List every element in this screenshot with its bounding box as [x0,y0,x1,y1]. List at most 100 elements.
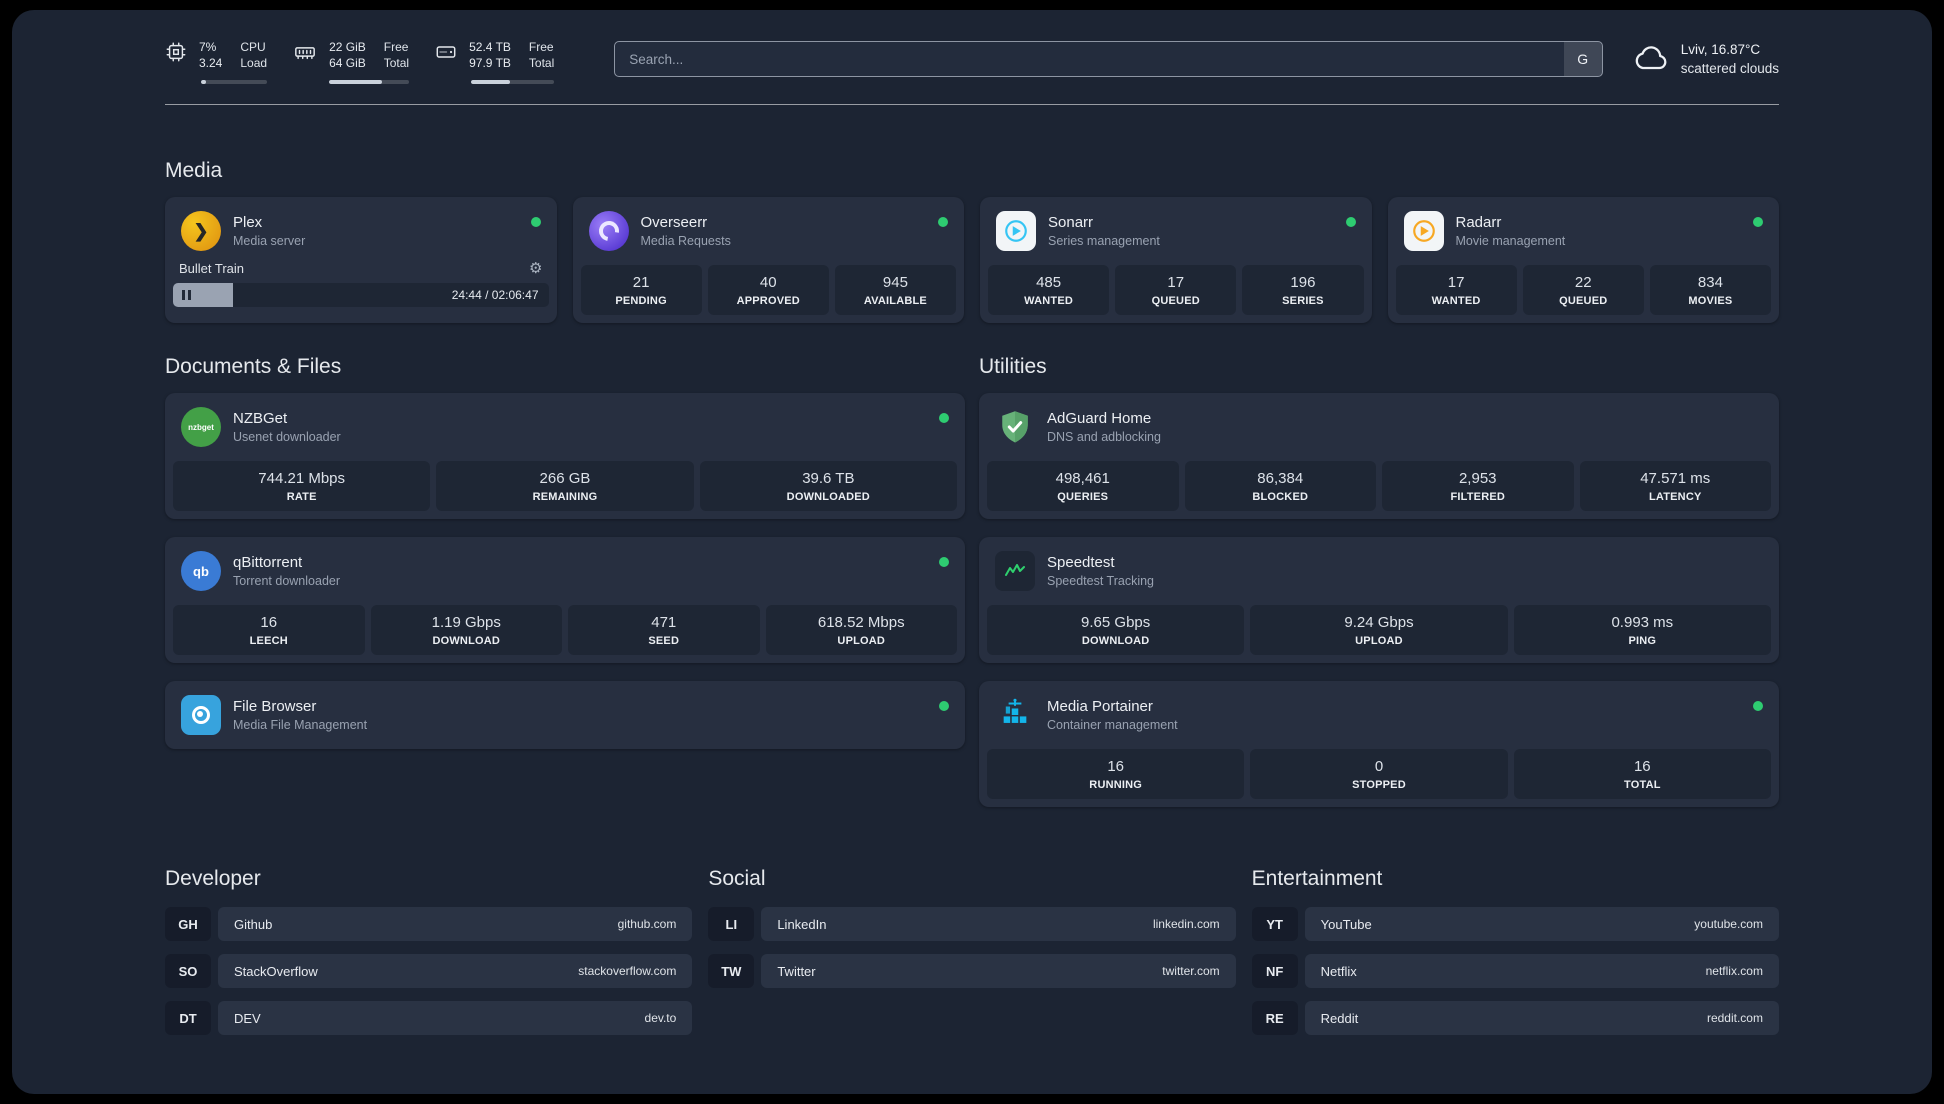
cpu-progress-bar [201,80,268,85]
cpu-usage: 7% [199,40,217,54]
cpu-label: CPU [240,40,266,54]
app-desc: Media File Management [233,718,368,733]
section-title-documents: Documents & Files [165,355,342,379]
disk-total-label: Total [528,55,555,70]
section-title-media: Media [165,159,223,183]
stat-tile: 16 LEECH [173,605,365,656]
pause-icon[interactable] [182,290,191,301]
stat-tile: 9.65 Gbps DOWNLOAD [987,605,1245,656]
bookmark-url: youtube.com [1694,917,1763,932]
bookmark-twitter[interactable]: TW Twitter twitter.com [708,954,1236,989]
playback-progress-bar[interactable]: 24:44 / 02:06:47 [173,283,549,308]
memory-widget: 22 GiB 64 GiB Free Total [293,40,410,85]
bookmark-github[interactable]: GH Github github.com [165,907,693,942]
bookmark-name: DEV [234,1010,261,1026]
bookmark-name: Netflix [1320,963,1357,979]
app-desc: Torrent downloader [233,574,341,589]
bookmark-stackoverflow[interactable]: SO StackOverflow stackoverflow.com [165,954,693,989]
bookmark-abbr: GH [165,907,211,942]
app-card-qbittorrent[interactable]: qb qBittorrent Torrent downloader 16 LEE… [165,537,965,664]
app-card-filebrowser[interactable]: File Browser Media File Management [165,681,965,750]
settings-gear-icon[interactable]: ⚙ [529,261,542,276]
app-desc: Usenet downloader [233,430,341,445]
portainer-icon [995,695,1035,735]
stat-tile: 22 QUEUED [1522,265,1644,316]
stat-tile: 39.6 TB DOWNLOADED [699,461,957,512]
filebrowser-icon [181,695,221,736]
app-card-plex[interactable]: ❯ Plex Media server Bullet Train ⚙ 24:44… [165,197,557,324]
stat-tile: 744.21 Mbps RATE [173,461,431,512]
app-card-radarr[interactable]: Radarr Movie management 17 WANTED 22 QUE… [1387,197,1779,324]
app-name: Plex [233,214,263,232]
disk-widget: 52.4 TB 97.9 TB Free Total [435,40,555,85]
bookmark-youtube[interactable]: YT YouTube youtube.com [1251,907,1779,942]
bookmark-netflix[interactable]: NF Netflix netflix.com [1251,954,1779,989]
bookmark-dev[interactable]: DT DEV dev.to [165,1001,693,1036]
stat-tile: 9.24 Gbps UPLOAD [1250,605,1508,656]
stat-tile: 21 PENDING [580,265,702,316]
memory-icon [293,40,317,71]
status-dot [938,217,948,228]
stat-tile: 86,384 BLOCKED [1184,461,1376,512]
bookmark-abbr: DT [165,1001,211,1036]
app-desc: Speedtest Tracking [1047,574,1155,589]
app-card-adguard[interactable]: AdGuard Home DNS and adblocking 498,461 … [979,393,1779,520]
radarr-icon [1403,211,1444,252]
app-name: NZBGet [233,410,288,428]
disk-progress-bar [471,80,555,85]
search-input[interactable] [615,42,1564,77]
bookmark-group-entertainment: Entertainment YT YouTube youtube.com NF … [1251,867,1779,1036]
section-title-utilities: Utilities [979,355,1047,379]
playback-time: 24:44 / 02:06:47 [451,288,539,303]
disk-total-value: 97.9 TB [469,55,511,70]
app-name: Sonarr [1048,214,1094,232]
search-provider-button[interactable]: G [1563,42,1602,77]
bookmark-abbr: RE [1251,1001,1298,1036]
bookmark-url: dev.to [644,1011,677,1026]
app-desc: DNS and adblocking [1047,430,1161,445]
bookmark-url: stackoverflow.com [578,964,677,979]
topbar-divider [165,104,1779,106]
bookmark-linkedin[interactable]: LI LinkedIn linkedin.com [708,907,1236,942]
app-card-speedtest[interactable]: Speedtest Speedtest Tracking 9.65 Gbps D… [979,537,1779,664]
stat-tile: 471 SEED [568,605,760,656]
bookmark-group-social: Social LI LinkedIn linkedin.com TW Twitt… [708,867,1236,1035]
cpu-widget: 7% 3.24 CPU Load [165,40,268,85]
memory-free-label: Free [383,40,409,54]
app-name: File Browser [233,698,317,716]
stat-tile: 17 WANTED [1395,265,1517,316]
stat-tile: 40 APPROVED [707,265,829,316]
stat-tile: 0 STOPPED [1250,749,1508,800]
weather-location: Lviv, 16.87°C [1680,42,1761,58]
bookmark-name: YouTube [1320,916,1372,932]
status-dot [939,413,949,424]
app-name: qBittorrent [233,554,303,572]
bookmark-abbr: YT [1251,907,1298,942]
plex-icon: ❯ [181,211,221,252]
utilities-column: Utilities AdGuard Home DNS and adblockin… [979,355,1779,808]
stat-tile: 485 WANTED [988,265,1110,316]
app-card-portainer[interactable]: Media Portainer Container management 16 … [979,681,1779,808]
bookmark-reddit[interactable]: RE Reddit reddit.com [1251,1001,1779,1036]
status-dot [1345,217,1356,228]
nzbget-icon: nzbget [181,407,221,448]
stat-tile: 1.19 Gbps DOWNLOAD [370,605,562,656]
section-title-developer: Developer [165,867,261,891]
stat-tile: 834 MOVIES [1649,265,1772,316]
app-card-overseerr[interactable]: Overseerr Media Requests 21 PENDING 40 A… [572,197,964,324]
bookmark-abbr: TW [708,954,755,989]
app-name: Overseerr [640,214,708,232]
bookmark-name: LinkedIn [777,916,827,932]
app-desc: Media Requests [640,234,731,249]
status-dot [530,217,541,228]
app-desc: Movie management [1455,234,1566,249]
app-desc: Container management [1047,718,1178,733]
app-card-sonarr[interactable]: Sonarr Series management 485 WANTED 17 Q… [980,197,1372,324]
stat-tile: 196 SERIES [1242,265,1364,316]
app-card-nzbget[interactable]: nzbget NZBGet Usenet downloader 744.21 M… [165,393,965,520]
cpu-load-label: Load [240,55,268,70]
app-desc: Media server [233,234,306,249]
topbar: 7% 3.24 CPU Load 22 GiB 64 GiB Free Tota… [165,40,1779,85]
app-name: Media Portainer [1047,698,1153,716]
stat-tile: 0.993 ms PING [1513,605,1771,656]
